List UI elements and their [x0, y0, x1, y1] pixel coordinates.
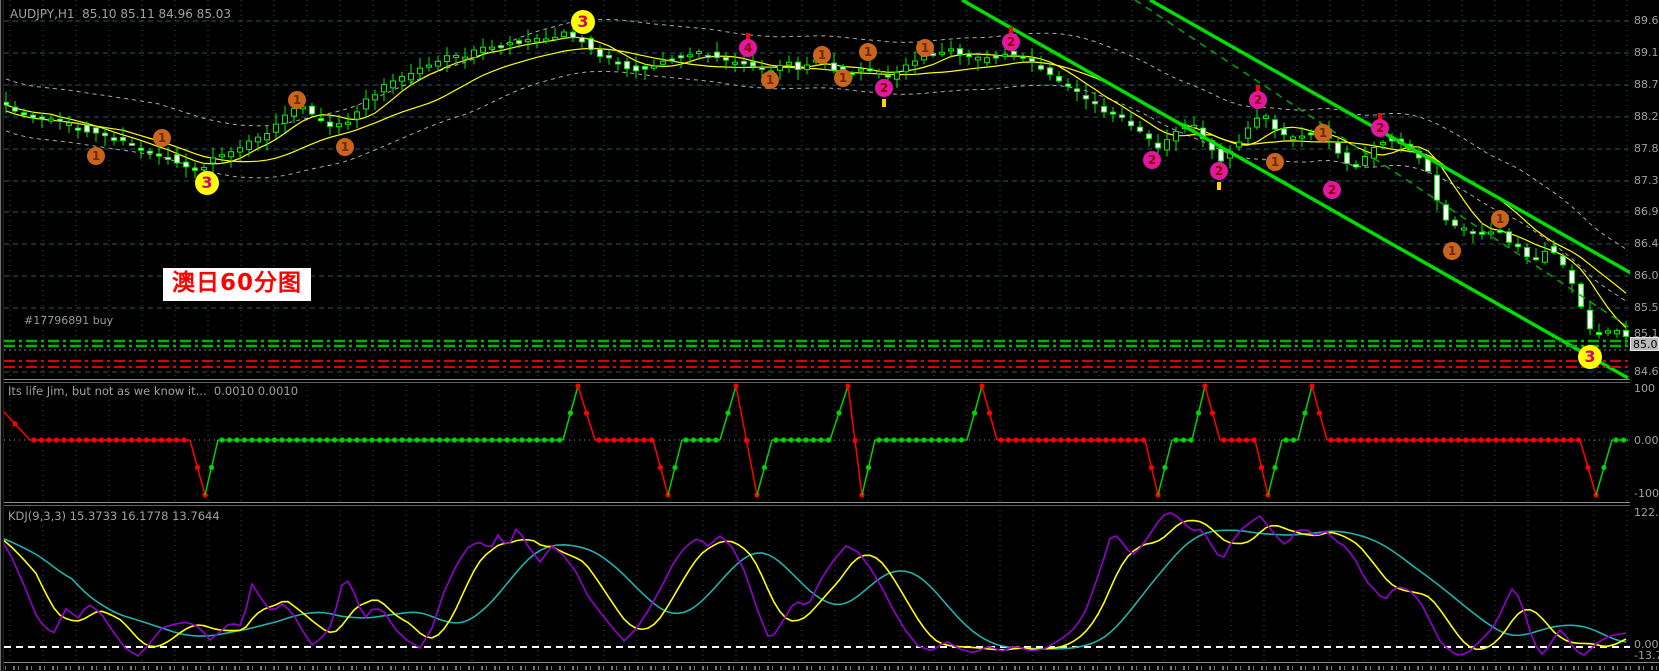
svg-text:1: 1 — [293, 93, 301, 107]
svg-text:1: 1 — [864, 45, 872, 59]
marker-tick — [882, 99, 886, 107]
main-chart-canvas[interactable]: 33311111111 1111142222222 — [0, 0, 1630, 379]
wave-marker-1[interactable]: 1 — [1266, 153, 1284, 171]
svg-text:3: 3 — [201, 173, 212, 192]
jim-grid — [4, 380, 1630, 503]
wave-marker-1[interactable]: 1 — [336, 138, 354, 156]
wave-marker-1[interactable]: 1 — [153, 129, 171, 147]
wave-marker-1[interactable]: 1 — [87, 147, 105, 165]
wave-marker-1[interactable]: 1 — [1491, 210, 1509, 228]
wave-marker-1[interactable]: 1 — [1443, 242, 1461, 260]
svg-text:1: 1 — [341, 140, 349, 154]
wave-marker-1[interactable]: 1 — [916, 39, 934, 57]
svg-text:1: 1 — [92, 149, 100, 163]
wave-marker-1[interactable]: 1 — [761, 71, 779, 89]
svg-text:1: 1 — [1448, 244, 1456, 258]
svg-text:1: 1 — [1496, 212, 1504, 226]
svg-text:1: 1 — [1271, 155, 1279, 169]
marker-tick — [1217, 182, 1221, 190]
svg-text:1: 1 — [818, 48, 826, 62]
price-axis[interactable]: 89.6 89.1 88.7 88.2 87.8 87.3 86.9 86.4 86.0 85.5… — [1630, 0, 1659, 662]
price-tick-label: 86.9 — [1634, 205, 1659, 218]
chart-ohlc-title: AUDJPY,H1 85.10 85.11 84.96 85.03 — [10, 7, 232, 21]
indicator-tick-label: -13.7 — [1634, 649, 1659, 662]
jim-signal-line — [0, 383, 1628, 498]
jim-indicator-label: Its life Jim, but not as we know it... 0… — [8, 384, 299, 398]
svg-text:2: 2 — [1328, 183, 1336, 197]
wave-marker-3[interactable]: 3 — [195, 171, 219, 195]
jim-indicator-canvas[interactable] — [0, 380, 1630, 503]
time-axis-clipped-labels — [0, 666, 1659, 670]
svg-text:1: 1 — [158, 131, 166, 145]
price-tick-label: 87.3 — [1634, 174, 1659, 187]
chart-annotation-label[interactable]: 澳日60分图 — [163, 268, 311, 301]
indicator-tick-label: 0.00 — [1634, 434, 1659, 447]
current-price-box: 85.0 — [1630, 337, 1659, 351]
wave-marker-1[interactable]: 1 — [813, 46, 831, 64]
panel-divider[interactable] — [0, 502, 1659, 506]
price-tick-label: 88.2 — [1634, 110, 1659, 123]
mt4-chart-window: 333111111111111142222222 AUDJPY,H1 85.10… — [0, 0, 1659, 671]
svg-text:2: 2 — [1376, 121, 1384, 135]
wave-marker-2[interactable]: 2 — [1249, 91, 1267, 109]
svg-text:3: 3 — [577, 12, 588, 31]
price-tick-label: 84.6 — [1634, 365, 1659, 378]
panel-divider[interactable] — [0, 379, 1659, 383]
kdj-indicator-label: KDJ(9,3,3) 15.3733 16.1778 13.7644 — [8, 509, 220, 523]
svg-text:2: 2 — [1254, 93, 1262, 107]
wave-marker-3[interactable]: 3 — [1578, 345, 1602, 369]
price-tick-label: 85.5 — [1634, 301, 1659, 314]
svg-text:2: 2 — [880, 81, 888, 95]
price-tick-label: 87.8 — [1634, 142, 1659, 155]
wave-marker-1[interactable]: 1 — [288, 91, 306, 109]
svg-text:2: 2 — [1215, 164, 1223, 178]
kdj-grid — [4, 505, 1630, 662]
wave-marker-2[interactable]: 2 — [1143, 151, 1161, 169]
wave-marker-2[interactable]: 2 — [1210, 162, 1228, 180]
wave-marker-2[interactable]: 2 — [1002, 33, 1020, 51]
svg-text:1: 1 — [1319, 126, 1327, 140]
wave-marker-3[interactable]: 3 — [571, 10, 595, 34]
wave-marker-1[interactable]: 1 — [859, 43, 877, 61]
price-tick-label: 86.4 — [1634, 237, 1659, 250]
kdj-lines — [0, 511, 1627, 658]
order-label: #17796891 buy — [24, 314, 114, 327]
window-left-edge — [0, 0, 4, 671]
svg-text:1: 1 — [766, 73, 774, 87]
svg-text:1: 1 — [839, 71, 847, 85]
wave-marker-2[interactable]: 2 — [875, 79, 893, 97]
wave-marker-2[interactable]: 2 — [1323, 181, 1341, 199]
indicator-tick-label: 122. — [1634, 506, 1659, 519]
svg-text:3: 3 — [1584, 347, 1595, 366]
wave-marker-4[interactable]: 4 — [739, 39, 757, 57]
svg-text:2: 2 — [1007, 35, 1015, 49]
svg-text:2: 2 — [1148, 153, 1156, 167]
price-tick-label: 89.6 — [1634, 14, 1659, 27]
wave-marker-2[interactable]: 2 — [1371, 119, 1389, 137]
wave-marker-1[interactable]: 1 — [834, 69, 852, 87]
indicator-tick-label: -100 — [1634, 487, 1659, 500]
indicator-tick-label: 100 — [1634, 382, 1655, 395]
wave-markers[interactable]: 33311111111 1111142222222 — [87, 10, 1602, 369]
order-lines[interactable] — [4, 339, 1630, 368]
price-tick-label: 86.0 — [1634, 269, 1659, 282]
wave-marker-1[interactable]: 1 — [1314, 124, 1332, 142]
time-axis[interactable] — [0, 662, 1659, 671]
kdj-indicator-canvas[interactable] — [0, 505, 1630, 662]
price-tick-label: 89.1 — [1634, 46, 1659, 59]
trend-channel-lines[interactable] — [961, 0, 1630, 379]
svg-text:1: 1 — [921, 41, 929, 55]
svg-text:4: 4 — [744, 41, 752, 55]
price-tick-label: 88.7 — [1634, 78, 1659, 91]
